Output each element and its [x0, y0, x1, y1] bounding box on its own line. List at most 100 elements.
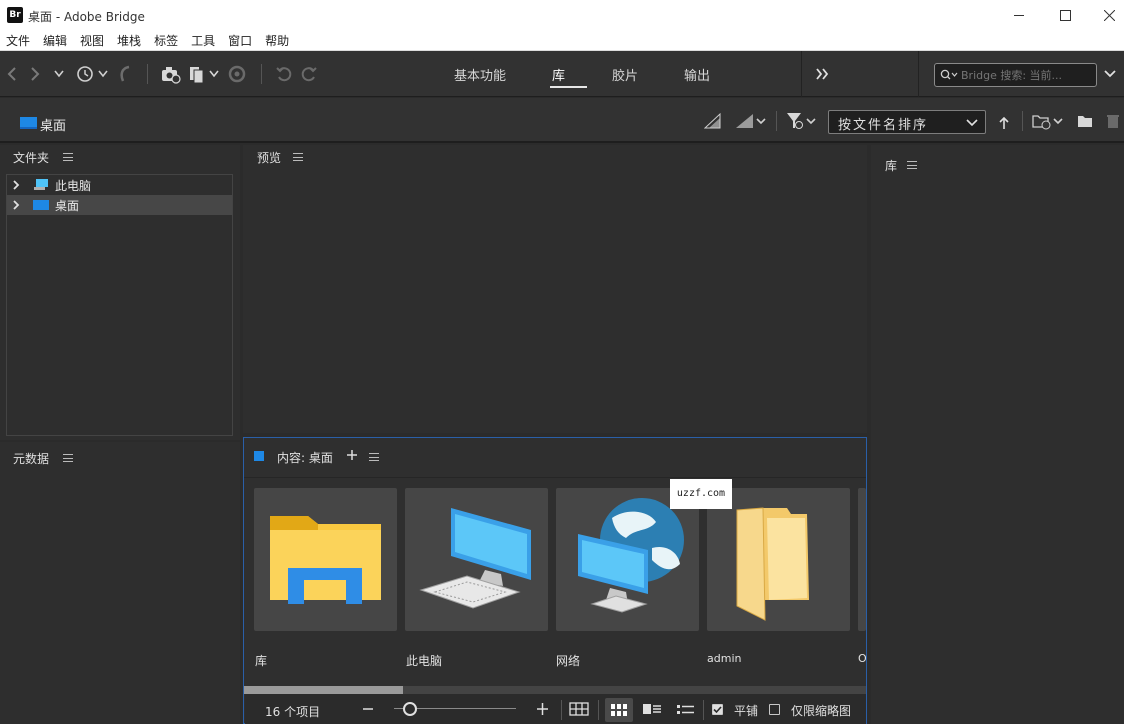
camera-raw-button[interactable] [227, 63, 247, 85]
get-photos-button[interactable] [160, 63, 182, 85]
horizontal-scrollbar[interactable] [244, 686, 866, 694]
preview-panel-menu-icon[interactable] [293, 153, 303, 161]
tree-item-this-pc[interactable]: 此电脑 [7, 175, 232, 195]
folders-panel-menu-icon[interactable] [63, 153, 73, 161]
sort-select[interactable]: 按文件名排序 [828, 110, 986, 134]
tree-item-desktop[interactable]: 桌面 [7, 195, 232, 215]
chevron-right-icon [31, 67, 40, 81]
menu-stack[interactable]: 堆栈 [117, 32, 141, 49]
plus-icon [537, 703, 548, 715]
menu-file[interactable]: 文件 [6, 32, 30, 49]
content-panel-menu-icon[interactable] [369, 453, 379, 461]
new-folder-button[interactable] [1076, 110, 1094, 132]
tile-checkbox[interactable] [712, 704, 723, 715]
scrollbar-thumb[interactable] [244, 686, 403, 694]
chevron-down-icon [1104, 70, 1116, 78]
active-tab-underline [550, 86, 587, 88]
tab-essentials[interactable]: 基本功能 [454, 65, 506, 84]
tab-library[interactable]: 库 [552, 65, 565, 84]
more-workspaces-button[interactable] [814, 63, 830, 85]
metadata-panel-menu-icon[interactable] [63, 454, 73, 462]
delete-button[interactable] [1104, 110, 1122, 132]
thumbnail-admin[interactable] [707, 488, 850, 631]
thumbnail-library[interactable] [254, 488, 397, 631]
quality-options-button[interactable] [703, 110, 723, 132]
network-icon [578, 498, 684, 613]
toolbar-divider [776, 111, 777, 131]
refine-dropdown[interactable] [188, 63, 220, 85]
zoom-in-button[interactable] [536, 702, 549, 719]
menu-edit[interactable]: 编辑 [43, 32, 67, 49]
footer-divider [561, 700, 562, 720]
computer-icon [419, 508, 531, 609]
menu-window[interactable]: 窗口 [228, 32, 252, 49]
list-view-button[interactable] [677, 704, 695, 719]
thumbnails-only-label: 仅限缩略图 [791, 704, 852, 718]
thumbnail-grid-icon [611, 704, 627, 716]
minimize-icon [1013, 15, 1024, 16]
details-view-button[interactable] [643, 704, 661, 719]
desktop-icon [20, 117, 37, 129]
toolbar-divider [1022, 111, 1023, 131]
thumbnail-network[interactable] [556, 488, 699, 631]
recent-files-button[interactable] [74, 63, 108, 85]
menu-bar: 文件 编辑 视图 堆栈 标签 工具 窗口 帮助 [0, 31, 1124, 51]
slider-knob[interactable] [403, 702, 417, 716]
computer-icon [34, 179, 48, 190]
thumbnail-view-button[interactable] [605, 698, 633, 722]
sort-selected-label: 按文件名排序 [838, 118, 929, 133]
rotate-ccw-icon [276, 67, 292, 82]
thumbnails-only-checkbox[interactable] [769, 704, 780, 715]
search-options-dropdown[interactable] [1102, 63, 1118, 85]
search-field[interactable] [934, 63, 1097, 87]
sort-direction-button[interactable] [996, 112, 1012, 134]
library-panel-title: 库 [885, 159, 898, 173]
thumbnail-this-pc[interactable] [405, 488, 548, 631]
desktop-icon [33, 200, 49, 210]
sort-by-rating-dropdown[interactable] [735, 110, 767, 132]
maximize-button[interactable] [1042, 0, 1088, 31]
rating-filter-icon [736, 114, 766, 128]
folder-tree: 此电脑 桌面 [6, 174, 233, 436]
thumbnail-label: O [858, 652, 866, 665]
folder-clock-icon [1032, 115, 1063, 130]
aperture-icon [228, 65, 246, 83]
lock-grid-button[interactable] [569, 702, 589, 719]
rotate-right-button[interactable] [299, 63, 319, 85]
minimize-button[interactable] [996, 0, 1042, 31]
thumbnail-size-slider[interactable] [394, 701, 516, 717]
tree-item-label: 桌面 [55, 198, 80, 213]
maximize-icon [1059, 10, 1071, 21]
boomerang-button[interactable] [116, 63, 134, 85]
thumbnail-label: 库 [255, 654, 268, 668]
thumbnail-partial[interactable] [858, 488, 866, 631]
menu-view[interactable]: 视图 [80, 32, 104, 49]
toolbar-divider [918, 51, 919, 97]
thumbnail-label: 网络 [556, 654, 581, 668]
zoom-out-button[interactable] [362, 701, 374, 720]
details-view-icon [643, 704, 661, 714]
menu-help[interactable]: 帮助 [265, 32, 289, 49]
menu-label[interactable]: 标签 [154, 32, 178, 49]
go-parent-dropdown[interactable] [52, 63, 66, 85]
library-panel-menu-icon[interactable] [907, 161, 917, 169]
tree-item-label: 此电脑 [55, 178, 92, 193]
grid-lock-icon [569, 702, 589, 716]
search-icon [940, 69, 958, 80]
back-button[interactable] [4, 63, 20, 85]
add-favorite-button[interactable] [346, 447, 358, 465]
filter-dropdown[interactable] [786, 110, 818, 132]
forward-button[interactable] [27, 63, 43, 85]
tab-filmstrip[interactable]: 胶片 [612, 65, 638, 84]
chevron-right-icon [13, 200, 20, 210]
close-icon [1103, 10, 1115, 21]
tab-output[interactable]: 输出 [684, 65, 710, 84]
preview-panel-title: 预览 [257, 151, 282, 165]
menu-tools[interactable]: 工具 [191, 32, 215, 49]
close-button[interactable] [1086, 0, 1124, 31]
rotate-left-button[interactable] [274, 63, 294, 85]
search-input[interactable] [961, 67, 1089, 83]
double-chevron-right-icon [816, 68, 829, 80]
preview-panel [243, 145, 867, 433]
recent-folders-dropdown[interactable] [1032, 110, 1064, 132]
